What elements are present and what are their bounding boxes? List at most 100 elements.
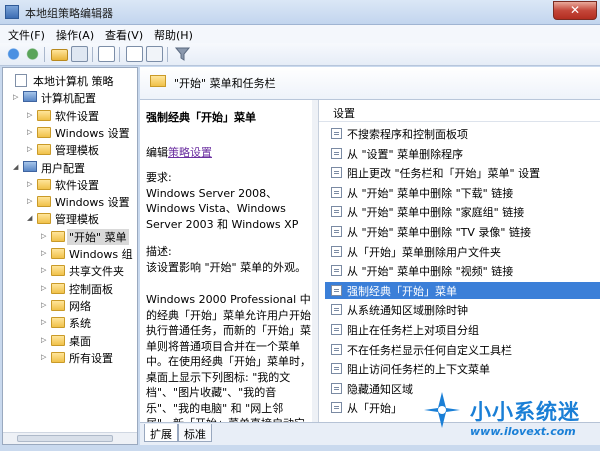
tree-node-label: Windows 设置	[55, 196, 130, 210]
show-hide-tree-icon[interactable]	[71, 46, 88, 62]
setting-row[interactable]: 阻止在任务栏上对项目分组	[325, 321, 600, 338]
folder-icon	[37, 144, 51, 156]
setting-row[interactable]: 强制经典「开始」菜单	[325, 281, 600, 299]
description-line: Windows Server 2008、	[146, 186, 278, 200]
tree-node-label: Windows 组	[69, 248, 133, 261]
export-list-icon[interactable]	[98, 46, 115, 62]
collapsed-arrow-icon[interactable]: ▷	[41, 284, 49, 292]
watermark-url: www.ilovext.com	[470, 425, 576, 438]
setting-name: 阻止访问任务栏的上下文菜单	[347, 363, 490, 377]
toolbar-separator	[44, 47, 45, 62]
description-line: 单则将普通项目合并在一个菜单	[146, 339, 300, 353]
folder-up-icon[interactable]	[51, 49, 68, 61]
list-header[interactable]: 设置	[319, 102, 600, 122]
menu-file[interactable]: 文件(F)	[8, 27, 45, 43]
expanded-arrow-icon[interactable]: ◢	[13, 163, 21, 171]
collapsed-arrow-icon[interactable]: ▷	[27, 111, 35, 119]
filter-icon[interactable]	[174, 46, 191, 62]
setting-row[interactable]: 不搜索程序和控制面板项	[325, 125, 600, 142]
setting-row[interactable]: 从「开始」菜单删除用户文件夹	[325, 243, 600, 260]
description-pane: 强制经典「开始」菜单 编辑策略设置 要求: Windows Server 2008…	[140, 100, 318, 422]
policy-setting-icon	[331, 324, 342, 335]
tab-standard[interactable]: 标准	[178, 424, 212, 442]
collapsed-arrow-icon[interactable]: ▷	[41, 232, 49, 240]
menu-view[interactable]: 查看(V)	[105, 27, 143, 43]
collapsed-arrow-icon[interactable]: ▷	[41, 353, 49, 361]
policy-setting-icon	[331, 226, 342, 237]
description-block: 描述: 该设置影响 "开始" 菜单的外观。	[146, 244, 316, 275]
title-bar: 本地组策略编辑器 ✕	[0, 0, 600, 25]
tree-node-label: 管理模板	[55, 213, 99, 227]
description-line: 乐"、"我的电脑" 和 "网上邻	[146, 401, 284, 415]
tree-node-label: 网络	[69, 299, 91, 313]
tree-horizontal-scrollbar[interactable]	[3, 432, 137, 444]
tree-scrollbar-thumb[interactable]	[17, 435, 113, 442]
edit-prefix: 编辑	[146, 146, 168, 159]
menu-help[interactable]: 帮助(H)	[154, 27, 193, 43]
collapsed-arrow-icon[interactable]: ▷	[41, 249, 49, 257]
folder-icon	[150, 75, 166, 87]
folder-icon	[51, 248, 65, 259]
close-button[interactable]: ✕	[553, 1, 597, 20]
back-arrow-icon[interactable]	[5, 46, 22, 62]
policy-setting-icon	[331, 147, 342, 159]
monitor-icon	[23, 160, 37, 172]
tree-node-label: 所有设置	[69, 351, 113, 365]
settings-list[interactable]: 设置 不搜索程序和控制面板项从 "设置" 菜单删除程序 阻止更改 "任务栏和「开始…	[318, 100, 600, 422]
collapsed-arrow-icon[interactable]: ▷	[41, 336, 49, 344]
folder-icon	[37, 109, 51, 121]
setting-row[interactable]: 不在任务栏显示任何自定义工具栏	[325, 341, 600, 358]
collapsed-arrow-icon[interactable]: ▷	[41, 301, 49, 309]
tree-node-label: 共享文件夹	[69, 265, 124, 279]
setting-row[interactable]: 从 "设置" 菜单删除程序	[325, 145, 600, 162]
policy-setting-icon	[331, 382, 342, 394]
tree-node-label: 计算机配置	[41, 92, 96, 106]
setting-name: 阻止在任务栏上对项目分组	[347, 324, 479, 337]
policy-setting-icon	[331, 284, 342, 296]
menu-bar: 文件(F) 操作(A) 查看(V) 帮助(H)	[0, 25, 600, 43]
setting-row[interactable]: 从 "开始" 菜单中删除 "视频" 链接	[325, 262, 600, 279]
folder-icon	[51, 265, 65, 277]
description-line: Windows Vista、Windows	[146, 202, 286, 215]
section-label: 描述:	[146, 245, 172, 258]
collapsed-arrow-icon[interactable]: ▷	[41, 318, 49, 326]
collapsed-arrow-icon[interactable]: ▷	[27, 197, 35, 205]
setting-name: 强制经典「开始」菜单	[347, 284, 457, 298]
app-icon	[5, 5, 19, 19]
menu-action[interactable]: 操作(A)	[56, 27, 94, 43]
edit-policy-link[interactable]: 策略设置	[168, 146, 212, 159]
collapsed-arrow-icon[interactable]: ▷	[27, 145, 35, 153]
monitor-icon	[23, 91, 37, 103]
setting-row[interactable]: 阻止更改 "任务栏和「开始」菜单" 设置	[325, 164, 600, 181]
setting-name: 从 "开始" 菜单中删除 "TV 录像" 链接	[347, 226, 531, 239]
description-line: 档"、"图片收藏"、"我的音	[146, 386, 277, 399]
folder-icon	[51, 282, 65, 294]
setting-column-header[interactable]: 设置	[333, 105, 355, 121]
setting-row[interactable]: 从 "开始" 菜单中删除 "家庭组" 链接	[325, 203, 600, 220]
setting-row[interactable]: 从系统通知区域删除时钟	[325, 301, 600, 318]
policy-setting-icon	[331, 343, 342, 355]
collapsed-arrow-icon[interactable]: ▷	[13, 93, 21, 101]
collapsed-arrow-icon[interactable]: ▷	[41, 266, 49, 274]
description-line: 中。在使用经典「开始」菜单时，	[146, 355, 311, 368]
description-line: 的经典「开始」菜单允许用户开始	[146, 308, 311, 322]
setting-name: 从 "开始" 菜单中删除 "视频" 链接	[347, 265, 514, 279]
setting-row[interactable]: 从 "开始" 菜单中删除 "TV 录像" 链接	[325, 223, 600, 240]
setting-row[interactable]: 从 "开始" 菜单中删除 "下载" 链接	[325, 184, 600, 201]
policy-setting-icon	[331, 128, 342, 139]
expanded-arrow-icon[interactable]: ◢	[27, 214, 35, 222]
folder-icon	[37, 213, 51, 225]
help-icon[interactable]	[126, 46, 143, 62]
tab-extended[interactable]: 扩展	[144, 424, 178, 442]
collapsed-arrow-icon[interactable]: ▷	[27, 180, 35, 188]
watermark-logo-icon	[424, 392, 460, 428]
setting-row[interactable]: 阻止访问任务栏的上下文菜单	[325, 360, 600, 377]
tree-pane[interactable]: 本地计算机 策略 ▷ 计算机配置 ▷ 软件设置 ▷ Windows 设置 ▷ 管理模板 ◢ 用户配置…	[2, 67, 138, 445]
edit-policy-line: 编辑策略设置	[146, 144, 212, 160]
collapsed-arrow-icon[interactable]: ▷	[27, 128, 35, 136]
doc-icon	[15, 74, 27, 87]
setting-name: 从「开始」	[347, 402, 402, 416]
forward-arrow-icon[interactable]	[24, 46, 41, 62]
setting-name: 从 "开始" 菜单中删除 "家庭组" 链接	[347, 206, 525, 220]
properties-icon[interactable]	[146, 46, 163, 62]
